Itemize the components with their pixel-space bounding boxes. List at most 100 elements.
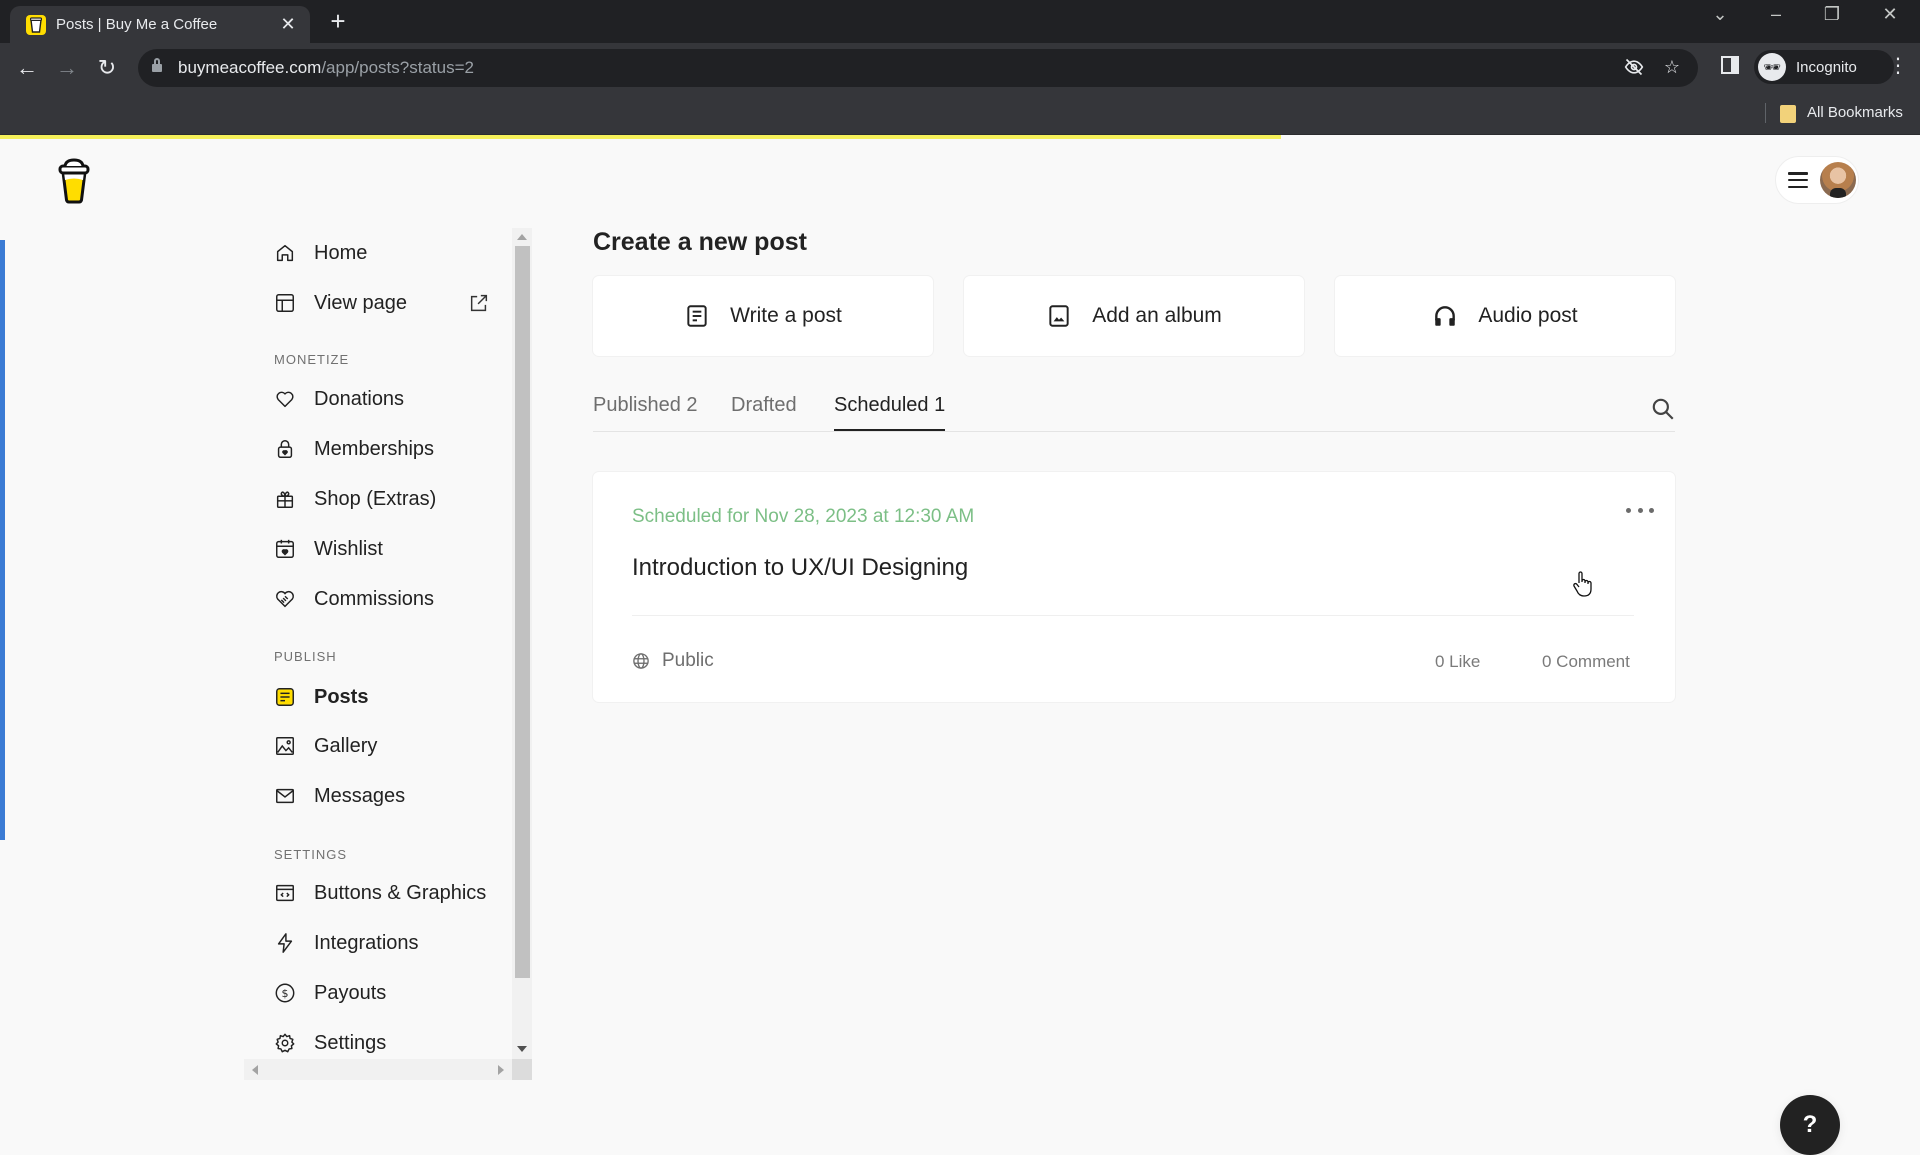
lock-heart-icon bbox=[274, 438, 296, 460]
sidebar-item-label: Home bbox=[314, 241, 368, 264]
tab-drafted[interactable]: Drafted bbox=[731, 394, 797, 417]
minimize-button[interactable]: – bbox=[1756, 4, 1796, 25]
sidebar-item-label: Buttons & Graphics bbox=[314, 881, 487, 904]
heart-icon bbox=[274, 388, 296, 410]
sidebar-item-integrations[interactable]: Integrations bbox=[274, 928, 419, 958]
audio-post-button[interactable]: Audio post bbox=[1335, 276, 1675, 356]
sidebar-item-label: Gallery bbox=[314, 734, 378, 757]
image-icon bbox=[274, 735, 296, 757]
post-divider bbox=[632, 615, 1634, 616]
sidebar-item-label: Integrations bbox=[314, 931, 419, 954]
document-icon bbox=[687, 305, 707, 327]
posts-icon bbox=[274, 686, 296, 708]
sidebar-horizontal-scrollbar[interactable] bbox=[244, 1059, 512, 1080]
code-window-icon bbox=[274, 882, 296, 904]
folder-icon bbox=[1780, 105, 1796, 123]
reload-button[interactable]: ↻ bbox=[92, 53, 122, 83]
tab-published[interactable]: Published 2 bbox=[593, 394, 698, 417]
add-album-button[interactable]: Add an album bbox=[964, 276, 1304, 356]
sidebar-item-wishlist[interactable]: Wishlist bbox=[274, 534, 383, 564]
sidebar-item-shop-extras[interactable]: Shop (Extras) bbox=[274, 484, 436, 514]
post-comments[interactable]: 0 Comment bbox=[1542, 652, 1630, 672]
sidebar-nav: Home View page MONETIZE Donations Member… bbox=[244, 228, 532, 1080]
browser-menu-icon[interactable]: ⋮ bbox=[1888, 55, 1908, 77]
search-icon[interactable] bbox=[1650, 396, 1676, 422]
gear-icon bbox=[274, 1032, 296, 1054]
scrollbar-thumb[interactable] bbox=[515, 246, 530, 978]
section-title-monetize: MONETIZE bbox=[274, 352, 350, 367]
post-likes[interactable]: 0 Like bbox=[1435, 652, 1480, 672]
hamburger-icon bbox=[1788, 172, 1808, 188]
tab-search-icon[interactable]: ⌄ bbox=[1700, 4, 1740, 25]
sidebar-item-commissions[interactable]: Commissions bbox=[274, 584, 434, 614]
sidebar-vertical-scrollbar[interactable] bbox=[512, 228, 532, 1080]
browser-tab-strip: Posts | Buy Me a Coffee ✕ + ⌄ – ❐ ✕ bbox=[0, 0, 1920, 43]
calendar-heart-icon bbox=[274, 538, 296, 560]
browser-toolbar: ← → ↻ buymeacoffee.com/app/posts?status=… bbox=[0, 43, 1920, 93]
tab-close-icon[interactable]: ✕ bbox=[278, 14, 298, 35]
dollar-icon: $ bbox=[274, 982, 296, 1004]
back-button[interactable]: ← bbox=[12, 53, 42, 83]
sidebar-item-label: Wishlist bbox=[314, 537, 383, 560]
sidebar-item-gallery[interactable]: Gallery bbox=[274, 731, 377, 761]
image-icon bbox=[1049, 305, 1069, 327]
home-icon bbox=[274, 242, 296, 264]
section-title-settings: SETTINGS bbox=[274, 847, 348, 862]
sidebar-item-posts[interactable]: Posts bbox=[274, 682, 368, 712]
svg-text:$: $ bbox=[282, 987, 289, 1000]
incognito-icon: 🕶 bbox=[1758, 53, 1786, 81]
account-menu-button[interactable] bbox=[1775, 156, 1859, 204]
external-link-icon[interactable] bbox=[468, 292, 490, 314]
sidebar-item-view-page[interactable]: View page bbox=[274, 288, 407, 318]
handshake-icon bbox=[274, 588, 296, 610]
forward-button[interactable]: → bbox=[52, 53, 82, 83]
scroll-left-arrow-icon[interactable] bbox=[252, 1065, 258, 1075]
page-title: Create a new post bbox=[593, 228, 807, 256]
incognito-profile-button[interactable]: 🕶 Incognito bbox=[1754, 50, 1894, 84]
eye-off-icon[interactable] bbox=[1622, 57, 1646, 79]
scroll-down-arrow-icon[interactable] bbox=[517, 1046, 527, 1052]
page: Home View page MONETIZE Donations Member… bbox=[0, 139, 1920, 1155]
sidebar-item-memberships[interactable]: Memberships bbox=[274, 434, 434, 464]
post-status-tabs: Published 2 Drafted Scheduled 1 bbox=[593, 386, 1675, 432]
hand-cursor-icon bbox=[1572, 570, 1594, 598]
close-window-button[interactable]: ✕ bbox=[1870, 4, 1910, 25]
tab-title: Posts | Buy Me a Coffee bbox=[56, 16, 218, 33]
bookmarks-bar: All Bookmarks bbox=[0, 93, 1920, 135]
scroll-up-arrow-icon[interactable] bbox=[517, 234, 527, 240]
tab-scheduled[interactable]: Scheduled 1 bbox=[834, 394, 946, 431]
sidebar-item-settings[interactable]: Settings bbox=[274, 1028, 386, 1058]
sidebar-item-payouts[interactable]: $ Payouts bbox=[274, 978, 386, 1008]
write-post-button[interactable]: Write a post bbox=[593, 276, 933, 356]
write-post-label: Write a post bbox=[730, 304, 842, 327]
browser-tab[interactable]: Posts | Buy Me a Coffee ✕ bbox=[10, 6, 310, 43]
restore-button[interactable]: ❐ bbox=[1812, 4, 1852, 25]
sidebar-item-label: Payouts bbox=[314, 981, 387, 1004]
address-bar[interactable]: buymeacoffee.com/app/posts?status=2 ☆ bbox=[138, 49, 1698, 87]
globe-icon bbox=[633, 653, 649, 669]
side-panel-icon[interactable] bbox=[1718, 56, 1742, 78]
post-card[interactable]: Scheduled for Nov 28, 2023 at 12:30 AM I… bbox=[593, 472, 1675, 702]
layout-icon bbox=[274, 292, 296, 314]
sidebar-item-buttons-graphics[interactable]: Buttons & Graphics bbox=[274, 878, 486, 908]
add-album-label: Add an album bbox=[1092, 304, 1222, 327]
help-button[interactable]: ? bbox=[1780, 1095, 1840, 1155]
sidebar-item-label: Posts bbox=[314, 685, 369, 708]
scroll-right-arrow-icon[interactable] bbox=[498, 1065, 504, 1075]
bookmark-star-icon[interactable]: ☆ bbox=[1660, 57, 1684, 79]
sidebar-item-label: Shop (Extras) bbox=[314, 487, 437, 510]
new-tab-button[interactable]: + bbox=[324, 8, 352, 36]
sidebar-item-home[interactable]: Home bbox=[274, 238, 367, 268]
lightning-icon bbox=[274, 932, 296, 954]
sidebar-item-messages[interactable]: Messages bbox=[274, 781, 405, 811]
audio-post-label: Audio post bbox=[1478, 304, 1578, 327]
lock-icon bbox=[152, 58, 162, 74]
mail-icon bbox=[274, 785, 296, 807]
post-visibility: Public bbox=[632, 650, 714, 672]
sidebar-item-donations[interactable]: Donations bbox=[274, 384, 404, 414]
all-bookmarks-button[interactable]: All Bookmarks bbox=[1807, 104, 1903, 121]
more-options-icon[interactable] bbox=[1626, 502, 1654, 518]
buymeacoffee-logo-icon[interactable] bbox=[58, 158, 90, 204]
sidebar-item-label: Settings bbox=[314, 1031, 387, 1054]
post-title[interactable]: Introduction to UX/UI Designing bbox=[632, 554, 968, 582]
